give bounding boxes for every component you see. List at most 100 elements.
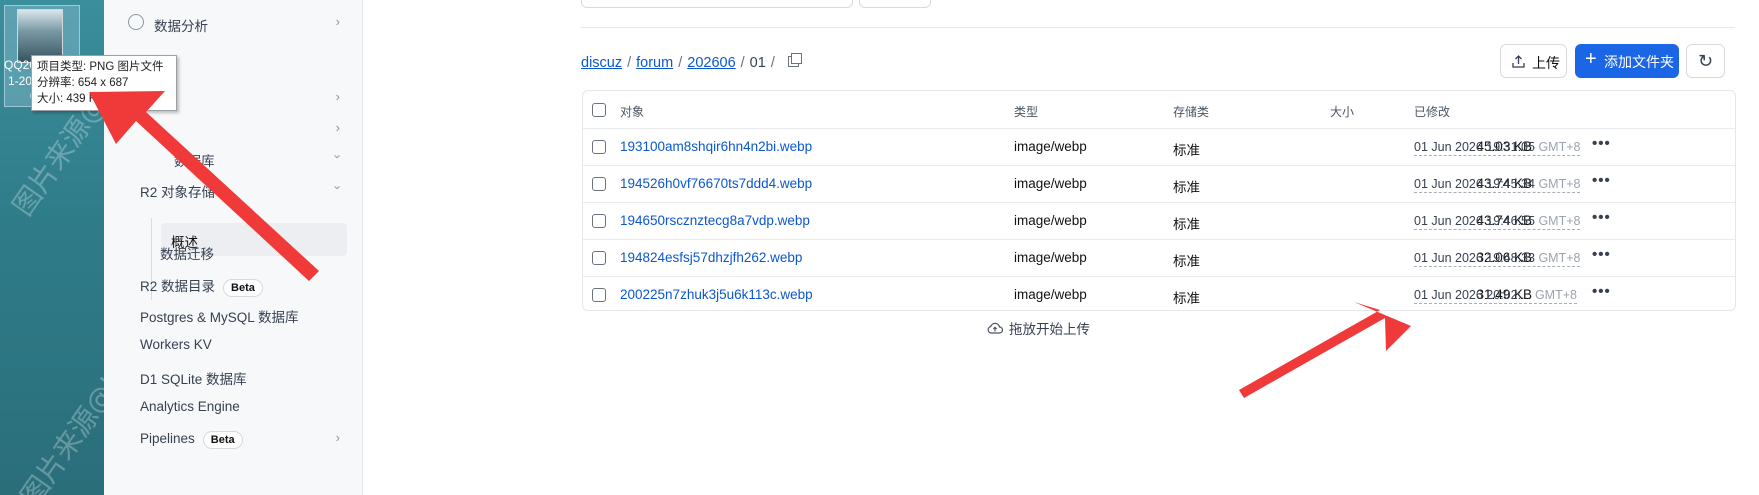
cloud-upload-icon bbox=[987, 322, 1003, 334]
clock-icon bbox=[128, 14, 144, 30]
sidebar-item-hidden-2[interactable]: › bbox=[104, 114, 362, 144]
table-row[interactable]: 200225n7zhuk3j5u6k113c.webp image/webp 标准 3… bbox=[583, 276, 1735, 313]
object-type: image/webp bbox=[1014, 213, 1087, 228]
breadcrumb-separator: / bbox=[740, 55, 745, 71]
copy-icon[interactable] bbox=[787, 53, 802, 67]
sidebar-item-label: 数据分析 bbox=[154, 19, 208, 34]
row-checkbox[interactable] bbox=[592, 177, 606, 191]
chevron-right-icon: › bbox=[335, 120, 340, 135]
breadcrumb-current: 01 bbox=[749, 55, 766, 71]
object-modified: 01 Jun 2026 20:02:... GMT+8 bbox=[1414, 288, 1577, 304]
breadcrumb-separator: / bbox=[627, 55, 632, 71]
object-modified: 01 Jun 2026 19:31:05 GMT+8 bbox=[1414, 140, 1581, 156]
objects-table: 对象 类型 存储类 大小 已修改 193100am8shqir6hn4n2bi.… bbox=[582, 90, 1736, 311]
column-header-modified[interactable]: 已修改 bbox=[1414, 103, 1450, 120]
table-row[interactable]: 194526h0vf76670ts7ddd4.webp image/webp 标准 4… bbox=[583, 165, 1735, 203]
add-folder-button[interactable]: + 添加文件夹 bbox=[1575, 44, 1679, 78]
chevron-down-icon: › bbox=[330, 185, 346, 190]
sidebar-item-label: Workers KV bbox=[140, 337, 212, 352]
drop-upload-hint: 拖放开始上传 bbox=[987, 318, 1090, 338]
top-button[interactable] bbox=[859, 0, 931, 8]
modified-time: 01 Jun 2026 19:46:55 bbox=[1414, 214, 1535, 228]
refresh-button[interactable]: ↻ bbox=[1686, 44, 1725, 78]
modified-time: 01 Jun 2026 19:31:05 bbox=[1414, 140, 1535, 154]
more-options-icon[interactable]: ••• bbox=[1592, 209, 1611, 226]
object-modified: 01 Jun 2026 19:45:34 GMT+8 bbox=[1414, 177, 1581, 193]
row-checkbox[interactable] bbox=[592, 251, 606, 265]
breadcrumb-link[interactable]: 202606 bbox=[687, 55, 735, 71]
sidebar-item-label: Pipelines bbox=[140, 431, 195, 446]
breadcrumb-link[interactable]: forum bbox=[636, 55, 673, 71]
more-options-icon[interactable]: ••• bbox=[1592, 246, 1611, 263]
breadcrumb: discuz / forum/202606/01/ bbox=[581, 53, 802, 71]
breadcrumb-separator: / bbox=[678, 55, 683, 71]
row-checkbox[interactable] bbox=[592, 140, 606, 154]
table-row[interactable]: 194824esfsj57dhzjfh262.webp image/webp 标准 3… bbox=[583, 239, 1735, 277]
object-storage-class: 标准 bbox=[1173, 291, 1200, 306]
sidebar-item-postgres[interactable]: Postgres & MySQL 数据库 bbox=[104, 299, 362, 329]
object-name-link[interactable]: 194526h0vf76670ts7ddd4.webp bbox=[620, 176, 812, 191]
object-storage-class: 标准 bbox=[1173, 180, 1200, 195]
object-type: image/webp bbox=[1014, 250, 1087, 265]
main-content: discuz / forum/202606/01/ 上传 + 添加文件夹 ↻ 对象 … bbox=[362, 0, 1759, 495]
table-row[interactable]: 194650rscznztecg8a7vdp.webp image/webp 标准 4… bbox=[583, 202, 1735, 240]
row-checkbox[interactable] bbox=[592, 288, 606, 302]
breadcrumb-separator: / bbox=[770, 55, 775, 71]
chevron-right-icon: › bbox=[335, 14, 340, 29]
sidebar-item-label: 数据迁移 bbox=[160, 247, 214, 262]
more-options-icon[interactable]: ••• bbox=[1592, 172, 1611, 189]
more-options-icon[interactable]: ••• bbox=[1592, 283, 1611, 300]
modified-time: 01 Jun 2026 20:02:... bbox=[1414, 288, 1532, 302]
table-header: 对象 类型 存储类 大小 已修改 bbox=[583, 91, 1735, 129]
object-name-link[interactable]: 193100am8shqir6hn4n2bi.webp bbox=[620, 139, 812, 154]
refresh-icon: ↻ bbox=[1697, 51, 1714, 71]
sidebar-item-workers-kv[interactable]: Workers KV bbox=[104, 330, 362, 360]
object-type: image/webp bbox=[1014, 176, 1087, 191]
row-checkbox[interactable] bbox=[592, 214, 606, 228]
object-storage-class: 标准 bbox=[1173, 143, 1200, 158]
object-name-link[interactable]: 194824esfsj57dhzjfh262.webp bbox=[620, 250, 802, 265]
object-type: image/webp bbox=[1014, 287, 1087, 302]
column-header-object[interactable]: 对象 bbox=[620, 103, 644, 120]
object-modified: 01 Jun 2026 19:48:33 GMT+8 bbox=[1414, 251, 1581, 267]
sidebar-item-label: D1 SQLite 数据库 bbox=[140, 372, 247, 387]
chevron-down-icon: › bbox=[330, 154, 346, 159]
upload-icon bbox=[1512, 55, 1525, 68]
sidebar-item-label: Postgres & MySQL 数据库 bbox=[140, 310, 299, 325]
add-folder-button-label: 添加文件夹 bbox=[1604, 54, 1674, 70]
sidebar-item-analytics[interactable]: 数据分析 › bbox=[104, 8, 362, 38]
sidebar-item-label: R2 数据目录 bbox=[140, 279, 216, 294]
search-input[interactable] bbox=[581, 0, 853, 8]
timezone: GMT+8 bbox=[1538, 177, 1581, 191]
sidebar-item-database[interactable]: 数据库 › bbox=[104, 143, 362, 173]
tooltip-size: 大小: 439 KB bbox=[37, 93, 105, 105]
beta-badge: Beta bbox=[202, 431, 243, 449]
column-header-type[interactable]: 类型 bbox=[1014, 103, 1038, 120]
sidebar-item-pipelines[interactable]: Pipelines Beta › bbox=[104, 424, 362, 454]
select-all-checkbox[interactable] bbox=[592, 103, 606, 117]
upload-button[interactable]: 上传 bbox=[1500, 44, 1567, 78]
modified-time: 01 Jun 2026 19:45:34 bbox=[1414, 177, 1535, 191]
upload-button-label: 上传 bbox=[1532, 55, 1560, 71]
modified-time: 01 Jun 2026 19:48:33 bbox=[1414, 251, 1535, 265]
column-header-storage-class[interactable]: 存储类 bbox=[1173, 103, 1209, 120]
sidebar-item-migration[interactable]: 数据迁移 bbox=[104, 236, 362, 266]
object-name-link[interactable]: 194650rscznztecg8a7vdp.webp bbox=[620, 213, 810, 228]
sidebar-item-analytics-engine[interactable]: Analytics Engine bbox=[104, 392, 362, 422]
more-options-icon[interactable]: ••• bbox=[1592, 135, 1611, 152]
timezone: GMT+8 bbox=[1538, 251, 1581, 265]
sidebar-item-r2[interactable]: R2 对象存储 › bbox=[104, 174, 362, 204]
chevron-right-icon: › bbox=[335, 89, 340, 104]
plus-icon: + bbox=[1585, 48, 1597, 70]
sidebar-item-label: 数据库 bbox=[174, 154, 215, 169]
object-name-link[interactable]: 200225n7zhuk3j5u6k113c.webp bbox=[620, 287, 813, 302]
column-header-size[interactable]: 大小 bbox=[1330, 103, 1354, 120]
sidebar-item-data-catalog[interactable]: R2 数据目录 Beta bbox=[104, 268, 362, 298]
object-storage-class: 标准 bbox=[1173, 217, 1200, 232]
table-row[interactable]: 193100am8shqir6hn4n2bi.webp image/webp 标准 4… bbox=[583, 128, 1735, 166]
timezone: GMT+8 bbox=[1538, 214, 1581, 228]
sidebar-item-label: R2 对象存储 bbox=[140, 185, 216, 200]
sidebar-item-d1[interactable]: D1 SQLite 数据库 bbox=[104, 361, 362, 391]
timezone: GMT+8 bbox=[1534, 288, 1577, 302]
breadcrumb-link[interactable]: discuz bbox=[581, 55, 622, 71]
